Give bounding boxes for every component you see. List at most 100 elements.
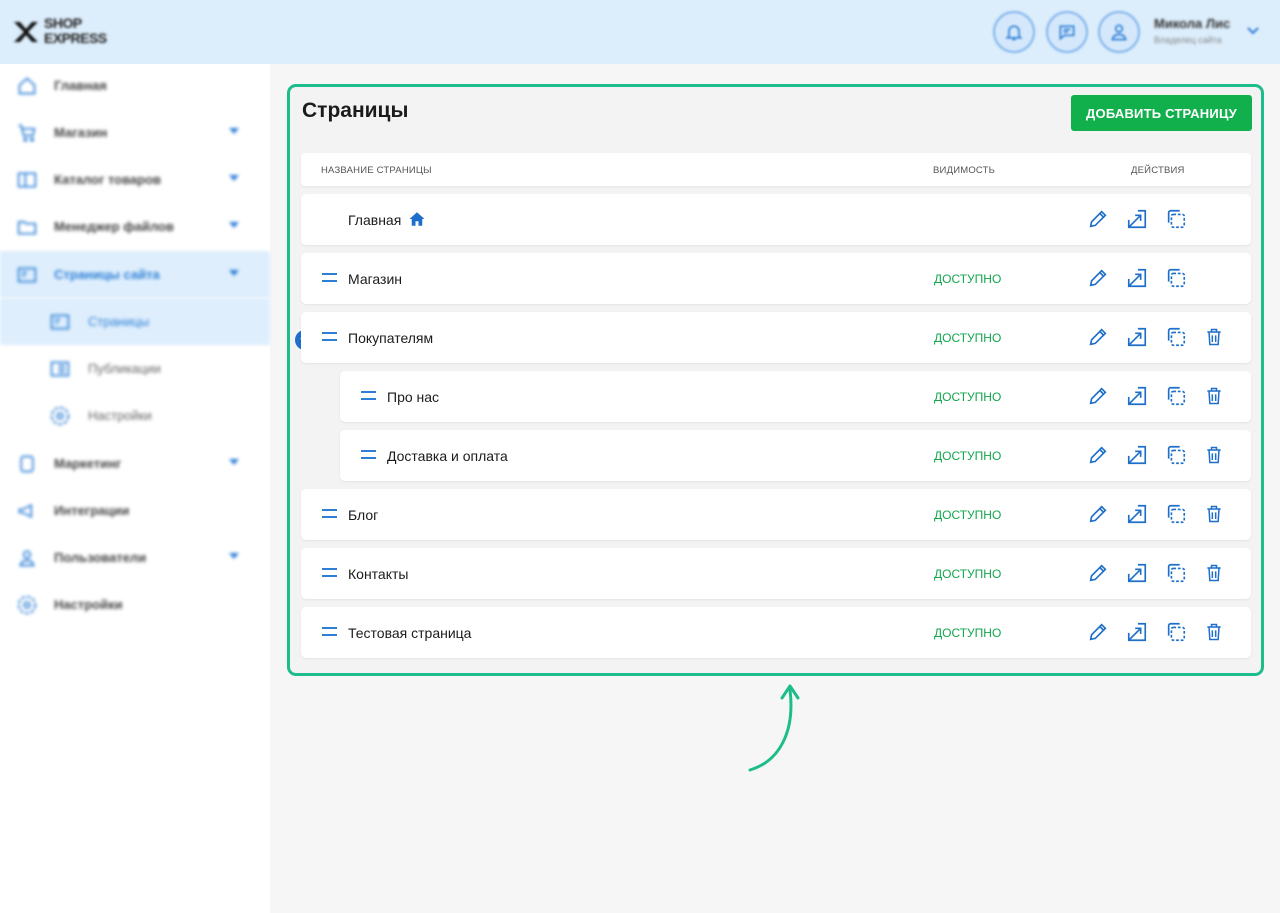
table-row[interactable]: Магазин ДОСТУПНО bbox=[301, 253, 1251, 304]
chevron-down-icon[interactable] bbox=[1247, 26, 1259, 36]
sidebar-item-label: Пользователи bbox=[54, 550, 147, 565]
news-icon bbox=[49, 358, 71, 380]
sidebar-item-marketing[interactable]: Маркетинг bbox=[0, 440, 270, 487]
open-icon[interactable] bbox=[1125, 502, 1149, 526]
drag-handle-icon[interactable] bbox=[322, 332, 337, 341]
open-icon[interactable] bbox=[1125, 266, 1149, 290]
table-row[interactable]: Покупателям ДОСТУПНО bbox=[301, 312, 1251, 363]
table-row[interactable]: Главная bbox=[301, 194, 1251, 245]
table-row[interactable]: Про нас ДОСТУПНО bbox=[340, 371, 1251, 422]
catalog-icon bbox=[16, 169, 38, 191]
visibility-status: ДОСТУПНО bbox=[934, 331, 1002, 345]
copy-icon[interactable] bbox=[1164, 502, 1188, 526]
edit-icon[interactable] bbox=[1086, 266, 1110, 290]
sidebar-item-label: Главная bbox=[54, 78, 107, 93]
table-row[interactable]: Контакты ДОСТУПНО bbox=[301, 548, 1251, 599]
edit-icon[interactable] bbox=[1086, 325, 1110, 349]
add-page-button[interactable]: ДОБАВИТЬ СТРАНИЦУ bbox=[1071, 95, 1252, 131]
sidebar-item-catalog[interactable]: Каталог товаров bbox=[0, 156, 270, 203]
marketing-icon bbox=[16, 453, 38, 475]
gear-icon bbox=[16, 594, 38, 616]
page-title: Страницы bbox=[302, 99, 409, 122]
sidebar-item-label: Каталог товаров bbox=[54, 172, 162, 187]
user-name: Микола Лис bbox=[1154, 16, 1231, 31]
gear-icon bbox=[49, 405, 71, 427]
pages-icon bbox=[16, 264, 38, 286]
sidebar-item-home[interactable]: Главная bbox=[0, 62, 270, 109]
open-icon[interactable] bbox=[1125, 207, 1149, 231]
column-header-name: НАЗВАНИЕ СТРАНИЦЫ bbox=[321, 165, 432, 176]
sidebar-item-page-settings[interactable]: Настройки bbox=[0, 392, 270, 439]
notifications-button[interactable] bbox=[993, 11, 1035, 53]
messages-button[interactable] bbox=[1046, 11, 1088, 53]
trash-icon[interactable] bbox=[1202, 561, 1226, 585]
sidebar-item-settings[interactable]: Настройки bbox=[0, 581, 270, 628]
edit-icon[interactable] bbox=[1086, 561, 1110, 585]
trash-icon[interactable] bbox=[1202, 384, 1226, 408]
profile-button[interactable] bbox=[1098, 11, 1140, 53]
table-row[interactable]: Доставка и оплата ДОСТУПНО bbox=[340, 430, 1251, 481]
open-icon[interactable] bbox=[1125, 384, 1149, 408]
sidebar-item-file-manager[interactable]: Менеджер файлов bbox=[0, 203, 270, 250]
annotation-arrow-icon bbox=[748, 684, 800, 772]
open-icon[interactable] bbox=[1125, 325, 1149, 349]
page-name: Доставка и оплата bbox=[387, 448, 508, 464]
copy-icon[interactable] bbox=[1164, 266, 1188, 290]
sidebar-item-integrations[interactable]: Интеграции bbox=[0, 487, 270, 534]
page-name: Блог bbox=[348, 507, 379, 523]
edit-icon[interactable] bbox=[1086, 620, 1110, 644]
trash-icon[interactable] bbox=[1202, 502, 1226, 526]
page-name: Про нас bbox=[387, 389, 440, 405]
sidebar-item-label: Страницы сайта bbox=[54, 267, 160, 282]
sidebar-item-pages[interactable]: Страницы bbox=[0, 298, 270, 345]
sidebar-item-label: Маркетинг bbox=[54, 456, 122, 471]
copy-icon[interactable] bbox=[1164, 325, 1188, 349]
sidebar: Главная Магазин Каталог товаров Менеджер… bbox=[0, 64, 270, 913]
logo-line-1: SHOP bbox=[44, 15, 82, 31]
edit-icon[interactable] bbox=[1086, 443, 1110, 467]
edit-icon[interactable] bbox=[1086, 502, 1110, 526]
sidebar-item-label: Магазин bbox=[54, 125, 108, 140]
sidebar-item-site-pages[interactable]: Страницы сайта bbox=[0, 251, 270, 298]
copy-icon[interactable] bbox=[1164, 207, 1188, 231]
logo[interactable]: SHOP EXPRESS bbox=[12, 14, 116, 50]
open-icon[interactable] bbox=[1125, 620, 1149, 644]
home-icon bbox=[16, 75, 38, 97]
sidebar-item-users[interactable]: Пользователи bbox=[0, 534, 270, 581]
table-row[interactable]: Тестовая страница ДОСТУПНО bbox=[301, 607, 1251, 658]
sidebar-item-shop[interactable]: Магазин bbox=[0, 109, 270, 156]
folder-icon bbox=[16, 216, 38, 238]
trash-icon[interactable] bbox=[1202, 443, 1226, 467]
page-name: Магазин bbox=[348, 271, 403, 287]
drag-handle-icon[interactable] bbox=[322, 627, 337, 636]
visibility-status: ДОСТУПНО bbox=[934, 508, 1002, 522]
visibility-status: ДОСТУПНО bbox=[934, 272, 1002, 286]
edit-icon[interactable] bbox=[1086, 207, 1110, 231]
copy-icon[interactable] bbox=[1164, 384, 1188, 408]
sidebar-item-publications[interactable]: Публикации bbox=[0, 345, 270, 392]
top-bar: SHOP EXPRESS Микола Лис Владелец сайта bbox=[0, 0, 1280, 64]
open-icon[interactable] bbox=[1125, 443, 1149, 467]
open-icon[interactable] bbox=[1125, 561, 1149, 585]
drag-handle-icon[interactable] bbox=[322, 509, 337, 518]
chevron-down-icon bbox=[229, 175, 239, 181]
drag-handle-icon[interactable] bbox=[322, 568, 337, 577]
trash-icon[interactable] bbox=[1202, 325, 1226, 349]
drag-handle-icon[interactable] bbox=[361, 391, 376, 400]
edit-icon[interactable] bbox=[1086, 384, 1110, 408]
drag-handle-icon[interactable] bbox=[322, 273, 337, 282]
page-name: Главная bbox=[348, 212, 402, 228]
copy-icon[interactable] bbox=[1164, 443, 1188, 467]
page-icon bbox=[49, 311, 71, 333]
copy-icon[interactable] bbox=[1164, 620, 1188, 644]
table-row[interactable]: Блог ДОСТУПНО bbox=[301, 489, 1251, 540]
sidebar-item-label: Менеджер файлов bbox=[54, 219, 174, 234]
visibility-status: ДОСТУПНО bbox=[934, 449, 1002, 463]
logo-line-2: EXPRESS bbox=[44, 30, 107, 46]
drag-handle-icon[interactable] bbox=[361, 450, 376, 459]
trash-icon[interactable] bbox=[1202, 620, 1226, 644]
page-name: Покупателям bbox=[348, 330, 434, 346]
chat-icon bbox=[1059, 25, 1075, 41]
sidebar-item-label: Настройки bbox=[88, 408, 152, 423]
copy-icon[interactable] bbox=[1164, 561, 1188, 585]
